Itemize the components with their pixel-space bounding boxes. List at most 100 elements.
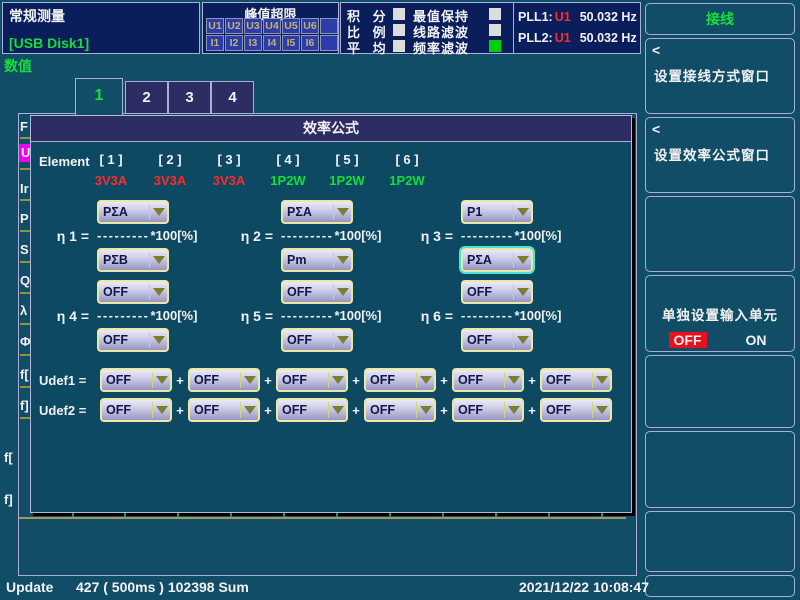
dropdown-value: OFF <box>283 333 333 347</box>
udef1-term5-dropdown[interactable]: OFF <box>452 368 524 392</box>
eta4-numerator-dropdown[interactable]: OFF <box>97 280 169 304</box>
eta6-formula-group: η 6 = OFF ---------*100[%] OFF <box>407 280 561 352</box>
averaging-indicator <box>393 40 405 52</box>
softkey-empty-2 <box>645 355 795 428</box>
table-column-tick <box>124 513 126 517</box>
eta3-numerator-dropdown[interactable]: P1 <box>461 200 533 224</box>
eta4-denominator-dropdown[interactable]: OFF <box>97 328 169 352</box>
pll1-label: PLL1: <box>518 10 553 24</box>
udef1-row: Udef1 = OFF + OFF + OFF + OFF + OFF + OF… <box>39 368 612 392</box>
udef1-term3-dropdown[interactable]: OFF <box>276 368 348 392</box>
chevron-down-icon <box>153 406 170 414</box>
eta4-label: η 4 = <box>43 308 89 324</box>
plus-operator: + <box>175 403 185 418</box>
dropdown-value: OFF <box>542 373 592 387</box>
element-5-number: [ 5 ] <box>319 152 375 167</box>
softkey-empty-3 <box>645 431 795 508</box>
udef1-term6-dropdown[interactable]: OFF <box>540 368 612 392</box>
table-bottom-rule <box>19 517 626 519</box>
tab-page-3[interactable]: 3 <box>168 81 211 114</box>
eta1-formula-group: η 1 = PΣA ---------*100[%] PΣB <box>43 200 197 272</box>
softkey-efficiency-formula[interactable]: < 设置效率公式窗口 <box>645 117 795 193</box>
dropdown-value: OFF <box>366 403 416 417</box>
dropdown-value: OFF <box>190 373 240 387</box>
softkey-label: 设置效率公式窗口 <box>654 144 770 164</box>
element-2-wiring: 3V3A <box>142 173 198 188</box>
list-item-irms[interactable]: Ir <box>20 181 29 196</box>
dialog-title: 效率公式 <box>31 116 631 142</box>
chevron-down-icon <box>334 256 351 264</box>
pll2-label: PLL2: <box>518 31 553 45</box>
udef1-term4-dropdown[interactable]: OFF <box>364 368 436 392</box>
list-item-fi[interactable]: f] <box>20 398 29 413</box>
eta3-denominator-dropdown[interactable]: PΣA <box>461 248 533 272</box>
list-item-fu[interactable]: f[ <box>20 367 29 382</box>
udef2-term6-dropdown[interactable]: OFF <box>540 398 612 422</box>
fraction-line: ---------*100[%] <box>97 309 197 323</box>
eta5-numerator-dropdown[interactable]: OFF <box>281 280 353 304</box>
element-1-number: [ 1 ] <box>83 152 139 167</box>
eta6-numerator-dropdown[interactable]: OFF <box>461 280 533 304</box>
eta2-numerator-dropdown[interactable]: PΣA <box>281 200 353 224</box>
element-6-wiring: 1P2W <box>379 173 435 188</box>
udef1-term2-dropdown[interactable]: OFF <box>188 368 260 392</box>
udef2-term5-dropdown[interactable]: OFF <box>452 398 524 422</box>
fraction-line: ---------*100[%] <box>281 229 381 243</box>
freq-filter-label: 频率滤波 <box>413 38 469 57</box>
list-item-f[interactable]: F <box>20 119 28 134</box>
dropdown-value: OFF <box>278 403 328 417</box>
eta6-denominator-dropdown[interactable]: OFF <box>461 328 533 352</box>
udef1-term1-dropdown[interactable]: OFF <box>100 368 172 392</box>
eta1-numerator-dropdown[interactable]: PΣA <box>97 200 169 224</box>
eta5-denominator-dropdown[interactable]: OFF <box>281 328 353 352</box>
list-item-p[interactable]: P <box>20 211 29 226</box>
chevron-down-icon <box>514 256 531 264</box>
eta3-label: η 3 = <box>407 228 453 244</box>
udef2-term3-dropdown[interactable]: OFF <box>276 398 348 422</box>
plus-operator: + <box>351 373 361 388</box>
power-analyzer-screen: 常规测量 [USB Disk1] 峰值超限 U1 U2 U3 U4 U5 U6 … <box>0 0 800 600</box>
peak-cell-u3: U3 <box>244 18 262 34</box>
softkey-independent-input-unit[interactable]: 单独设置输入单元 OFF ON <box>645 275 795 352</box>
dropdown-value: P1 <box>463 205 513 219</box>
dropdown-value: PΣB <box>99 253 149 267</box>
list-item-q[interactable]: Q <box>20 273 30 288</box>
tab-page-4[interactable]: 4 <box>211 81 254 114</box>
element-2-number: [ 2 ] <box>142 152 198 167</box>
independent-input-unit-options: OFF ON <box>646 332 794 348</box>
softkey-wiring-settings[interactable]: < 设置接线方式窗口 <box>645 38 795 114</box>
max-hold-indicator <box>489 8 501 20</box>
chevron-down-icon <box>514 208 531 216</box>
list-item-s[interactable]: S <box>20 242 29 257</box>
update-counter: 427 ( 500ms ) 102398 Sum <box>76 579 249 595</box>
udef2-term2-dropdown[interactable]: OFF <box>188 398 260 422</box>
chevron-down-icon <box>241 406 258 414</box>
option-off[interactable]: OFF <box>669 332 707 348</box>
udef2-term1-dropdown[interactable]: OFF <box>100 398 172 422</box>
status-indicator-panel: 积 分 最值保持 比 例 线路滤波 平 均 频率滤波 <box>340 2 514 54</box>
datetime-label: 2021/12/22 10:08:47 <box>519 579 649 595</box>
eta2-formula-group: η 2 = PΣA ---------*100[%] Pm <box>227 200 381 272</box>
peak-cell-u4: U4 <box>263 18 281 34</box>
option-on[interactable]: ON <box>741 332 772 348</box>
dropdown-value: OFF <box>366 373 416 387</box>
eta1-denominator-dropdown[interactable]: PΣB <box>97 248 169 272</box>
dropdown-value: PΣA <box>463 253 513 267</box>
dropdown-value: OFF <box>278 373 328 387</box>
tab-page-2[interactable]: 2 <box>125 81 168 114</box>
pll2-source: U1 <box>555 31 571 45</box>
fraction-line: ---------*100[%] <box>281 309 381 323</box>
softkey-empty-5 <box>645 575 795 597</box>
udef2-term4-dropdown[interactable]: OFF <box>364 398 436 422</box>
chevron-down-icon <box>514 336 531 344</box>
eta2-denominator-dropdown[interactable]: Pm <box>281 248 353 272</box>
table-column-tick <box>442 513 444 517</box>
tab-page-1[interactable]: 1 <box>75 78 123 118</box>
element-row-label: Element <box>39 154 90 169</box>
plus-operator: + <box>527 403 537 418</box>
list-item-lambda[interactable]: λ <box>20 303 27 318</box>
table-column-tick <box>389 513 391 517</box>
chevron-down-icon <box>150 336 167 344</box>
fraction-dashes: --------- <box>97 228 149 243</box>
chevron-down-icon <box>150 208 167 216</box>
